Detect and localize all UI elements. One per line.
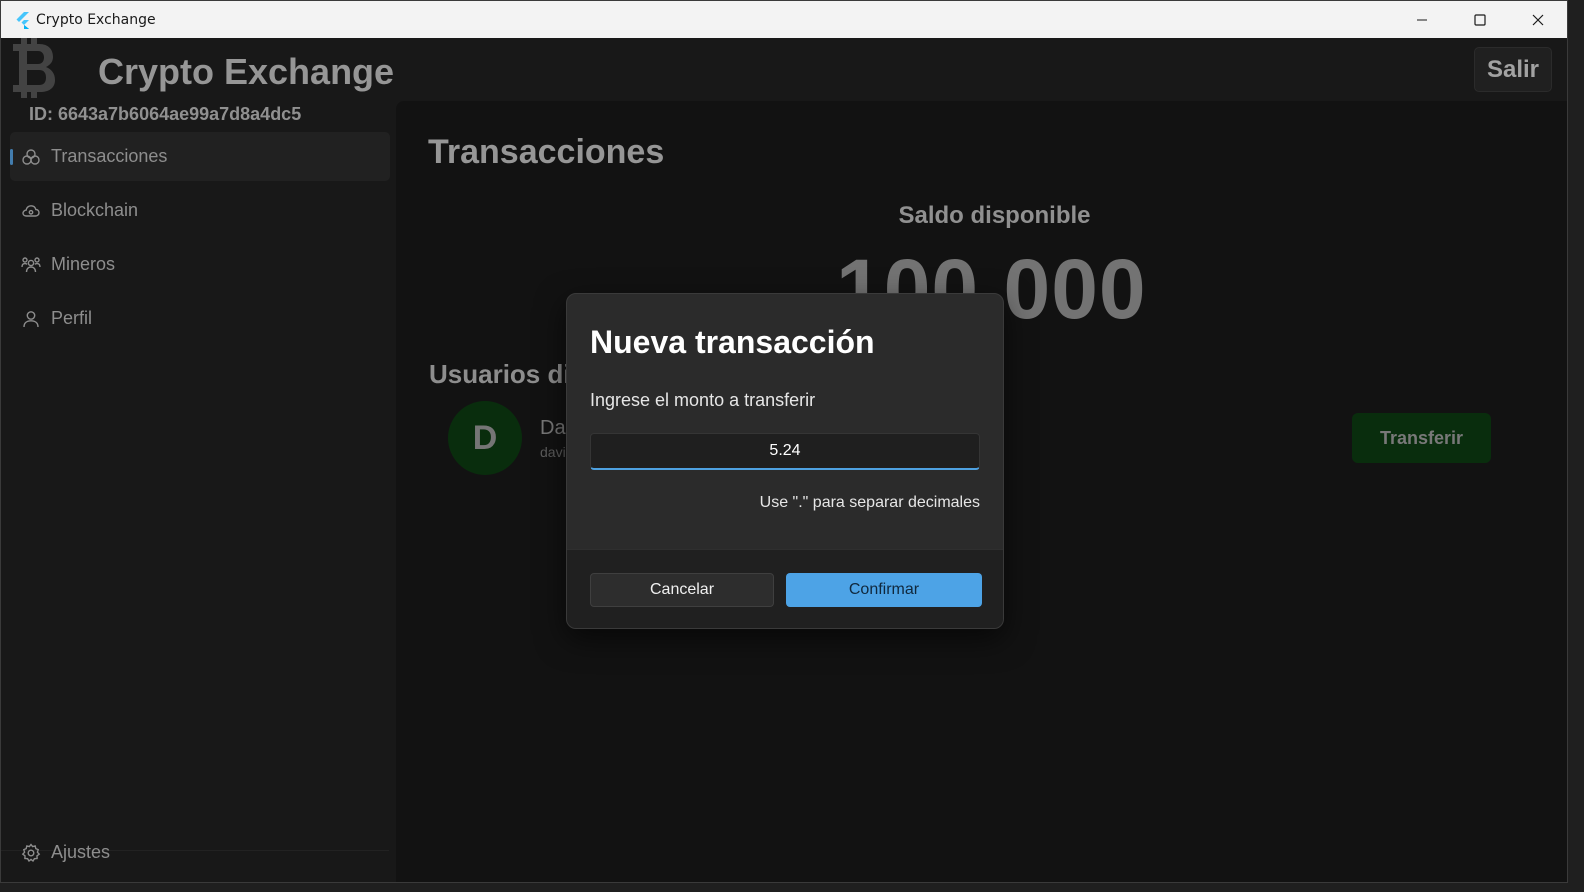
new-transaction-dialog: Nueva transacción Ingrese el monto a tra… <box>566 293 1004 629</box>
minimize-icon <box>1417 19 1427 20</box>
app-window: Crypto Exchange Crypto Exchange ID: 6643… <box>0 0 1568 883</box>
window-title: Crypto Exchange <box>36 11 156 28</box>
minimize-button[interactable] <box>1393 1 1451 38</box>
window-controls <box>1393 1 1567 38</box>
maximize-icon <box>1474 13 1486 26</box>
dialog-title: Nueva transacción <box>590 324 875 360</box>
confirm-button[interactable]: Confirmar <box>786 573 982 607</box>
close-icon <box>1532 14 1544 25</box>
maximize-button[interactable] <box>1451 1 1509 38</box>
flutter-logo-icon <box>16 11 29 29</box>
decimal-hint: Use "." para separar decimales <box>759 494 980 511</box>
close-button[interactable] <box>1509 1 1567 38</box>
dialog-prompt: Ingrese el monto a transferir <box>590 390 816 410</box>
title-bar: Crypto Exchange <box>1 1 1567 38</box>
dialog-footer: Cancelar Confirmar <box>567 549 1003 628</box>
amount-input[interactable] <box>590 433 980 470</box>
cancel-button[interactable]: Cancelar <box>590 573 774 607</box>
